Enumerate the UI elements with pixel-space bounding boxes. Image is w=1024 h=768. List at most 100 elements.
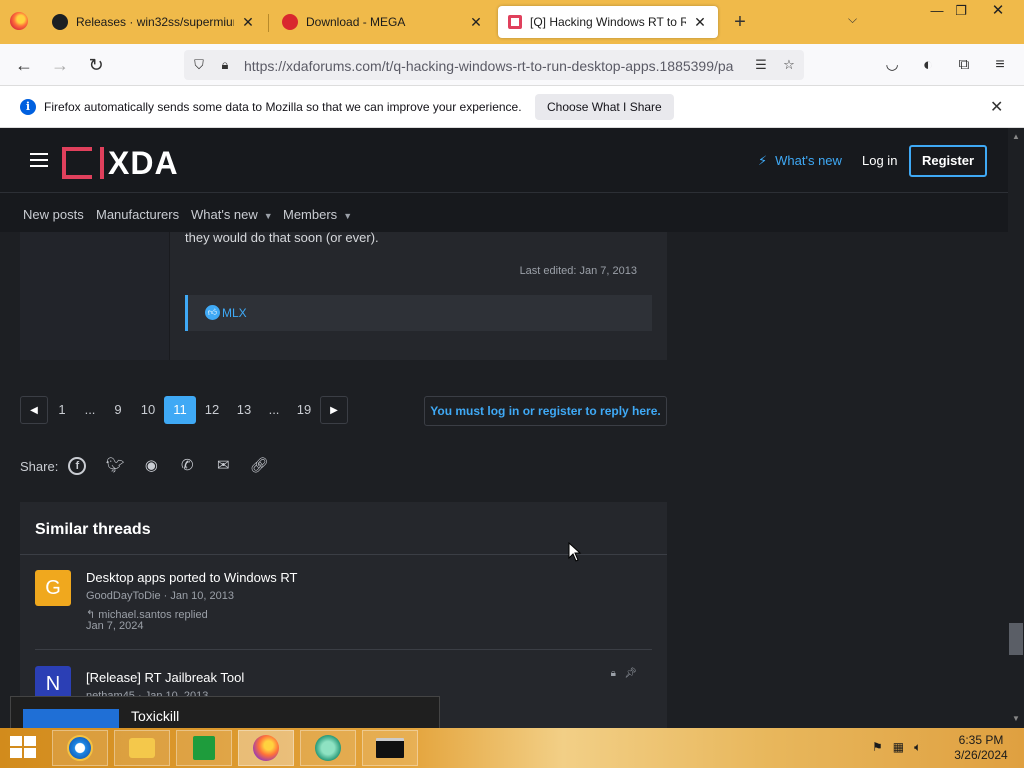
next-page-arrow-icon[interactable]: ▶ bbox=[320, 396, 348, 424]
lock-icon: 🔒︎ bbox=[610, 668, 616, 679]
folder-icon bbox=[129, 738, 155, 758]
facebook-icon[interactable]: f bbox=[68, 457, 87, 475]
choose-what-i-share-button[interactable]: Choose What I Share bbox=[535, 94, 674, 120]
page-link[interactable]: 19 bbox=[290, 396, 318, 424]
avatar[interactable]: G bbox=[35, 570, 71, 606]
start-windows-icon[interactable] bbox=[10, 736, 38, 760]
caret-down-icon[interactable]: ▼ bbox=[343, 211, 352, 221]
tab-close-icon[interactable]: ✕ bbox=[240, 14, 256, 31]
mega-icon bbox=[282, 14, 298, 30]
window-close-button[interactable]: ✕ bbox=[978, 0, 1018, 24]
maximize-button[interactable]: ❐ bbox=[946, 0, 976, 24]
taskbar-store[interactable] bbox=[176, 730, 232, 766]
register-button[interactable]: Register bbox=[909, 145, 987, 177]
tab-close-icon[interactable]: ✕ bbox=[468, 14, 484, 31]
twitter-icon[interactable]: 🐦︎ bbox=[104, 456, 126, 476]
menu-hamburger-icon[interactable]: ≡ bbox=[988, 53, 1012, 77]
taskbar-internet-explorer[interactable] bbox=[52, 730, 108, 766]
current-page[interactable]: 11 bbox=[164, 396, 196, 424]
command-prompt-icon bbox=[376, 738, 404, 758]
similar-threads-heading: Similar threads bbox=[35, 521, 151, 538]
subnav-whats-new[interactable]: What's new ▼ bbox=[191, 207, 273, 222]
thread-meta: GoodDayToDie · Jan 10, 2013 bbox=[86, 590, 234, 602]
shield-icon[interactable]: ⛉ bbox=[190, 56, 208, 74]
forward-arrow-icon[interactable]: → bbox=[48, 53, 72, 77]
tab-mega[interactable]: Download - MEGA ✕ bbox=[272, 6, 494, 38]
whats-new-link[interactable]: ⚡︎ What's new bbox=[758, 153, 842, 169]
page-link[interactable]: 9 bbox=[104, 396, 132, 424]
site-menu-hamburger-icon[interactable] bbox=[30, 153, 48, 167]
pocket-icon[interactable]: ◡ bbox=[880, 53, 904, 77]
notification-close-icon[interactable]: ✕ bbox=[990, 97, 1003, 117]
taskbar-command-prompt[interactable] bbox=[362, 730, 418, 766]
page-link[interactable]: 1 bbox=[48, 396, 76, 424]
list-all-tabs-chevron-down-icon[interactable]: ⌵ bbox=[848, 12, 857, 27]
taskbar-app[interactable] bbox=[300, 730, 356, 766]
email-icon[interactable]: ✉ bbox=[212, 456, 234, 476]
tab-label: Download - MEGA bbox=[306, 15, 406, 29]
action-center-flag-icon[interactable]: ⚑ bbox=[872, 740, 883, 754]
scroll-down-arrow-icon[interactable]: ▼ bbox=[1012, 714, 1020, 723]
tab-label: Releases · win32ss/supermium bbox=[76, 15, 234, 29]
app-globe-icon bbox=[315, 735, 341, 761]
lock-icon[interactable]: 🔒︎ bbox=[216, 56, 234, 74]
web-page: XDA ⚡︎ What's new Log in Register New pos… bbox=[0, 128, 1024, 728]
taskbar-file-explorer[interactable] bbox=[114, 730, 170, 766]
bolt-icon: ⚡︎ bbox=[758, 153, 768, 168]
system-tray: ⚑ ▦ 🔈︎ bbox=[872, 740, 921, 755]
windows-taskbar: ⚑ ▦ 🔈︎ 6:35 PM 3/26/2024 bbox=[0, 728, 1024, 768]
tab-separator bbox=[268, 14, 269, 32]
url-text[interactable]: https://xdaforums.com/t/q-hacking-window… bbox=[244, 58, 744, 74]
scroll-up-arrow-icon[interactable]: ▲ bbox=[1012, 132, 1020, 141]
volume-muted-icon[interactable]: 🔈︎ bbox=[914, 740, 921, 754]
firefox-icon[interactable] bbox=[10, 12, 28, 30]
system-clock[interactable]: 6:35 PM 3/26/2024 bbox=[950, 733, 1012, 763]
last-edited-label: Last edited: Jan 7, 2013 bbox=[519, 265, 637, 277]
taskbar-firefox[interactable] bbox=[238, 730, 294, 766]
divider bbox=[35, 649, 652, 650]
login-link[interactable]: Log in bbox=[862, 153, 897, 168]
url-bar[interactable]: ⛉ 🔒︎ https://xdaforums.com/t/q-hacking-w… bbox=[184, 50, 804, 80]
thread-flags: 🔒︎ 📌︎ bbox=[611, 668, 637, 679]
subnav-new-posts[interactable]: New posts bbox=[23, 207, 84, 222]
login-to-reply-link[interactable]: You must log in or register to reply her… bbox=[424, 396, 667, 426]
tab-xda-active[interactable]: [Q] Hacking Windows RT to Ru ✕ bbox=[498, 6, 718, 38]
info-icon: i bbox=[20, 99, 36, 115]
new-tab-button[interactable]: + bbox=[728, 10, 752, 34]
tab-releases[interactable]: Releases · win32ss/supermium ✕ bbox=[42, 6, 266, 38]
page-link[interactable]: 10 bbox=[134, 396, 162, 424]
caret-down-icon[interactable]: ▼ bbox=[264, 211, 273, 221]
thread-title-link[interactable]: [Release] RT Jailbreak Tool bbox=[86, 670, 244, 685]
site-header: XDA ⚡︎ What's new Log in Register bbox=[0, 128, 1008, 192]
page-scrollbar[interactable]: ▲ ▼ bbox=[1008, 128, 1024, 728]
network-icon[interactable]: ▦ bbox=[893, 740, 904, 754]
whatsapp-icon[interactable]: ✆ bbox=[176, 456, 198, 476]
internet-explorer-icon bbox=[67, 735, 93, 761]
reaction-user-link[interactable]: MLX bbox=[222, 306, 247, 320]
browser-tab-strip: Releases · win32ss/supermium ✕ Download … bbox=[0, 0, 1024, 44]
reload-icon[interactable]: ↻ bbox=[84, 53, 108, 77]
post-body-text: they would do that soon (or ever). bbox=[185, 230, 379, 245]
xda-favicon-icon bbox=[508, 15, 522, 29]
thread-title-link[interactable]: Desktop apps ported to Windows RT bbox=[86, 570, 297, 585]
page-link[interactable]: 13 bbox=[230, 396, 258, 424]
xda-logo[interactable]: XDA bbox=[62, 145, 179, 181]
account-icon[interactable]: ◐ bbox=[916, 53, 940, 77]
reader-view-icon[interactable]: ☰ bbox=[752, 56, 770, 74]
bookmark-star-icon[interactable]: ☆ bbox=[780, 56, 798, 74]
tab-close-icon[interactable]: ✕ bbox=[692, 14, 708, 31]
subnav-manufacturers[interactable]: Manufacturers bbox=[96, 207, 179, 222]
subnav-members[interactable]: Members ▼ bbox=[283, 207, 352, 222]
notification-message: Firefox automatically sends some data to… bbox=[44, 100, 522, 114]
telemetry-notification-bar: i Firefox automatically sends some data … bbox=[0, 86, 1024, 128]
extensions-icon[interactable]: ⧉ bbox=[952, 53, 976, 77]
scrollbar-thumb[interactable] bbox=[1009, 623, 1023, 655]
previous-page-arrow-icon[interactable]: ◀ bbox=[20, 396, 48, 424]
reddit-icon[interactable]: ◉ bbox=[140, 456, 162, 476]
link-icon[interactable]: 🔗︎ bbox=[248, 456, 270, 476]
share-bar: Share: f 🐦︎ ◉ ✆ ✉ 🔗︎ bbox=[20, 456, 284, 476]
page-link[interactable]: 12 bbox=[198, 396, 226, 424]
back-arrow-icon[interactable]: ← bbox=[12, 53, 36, 77]
xda-logo-mark-icon bbox=[62, 147, 104, 179]
post-card: they would do that soon (or ever). Last … bbox=[20, 230, 667, 360]
